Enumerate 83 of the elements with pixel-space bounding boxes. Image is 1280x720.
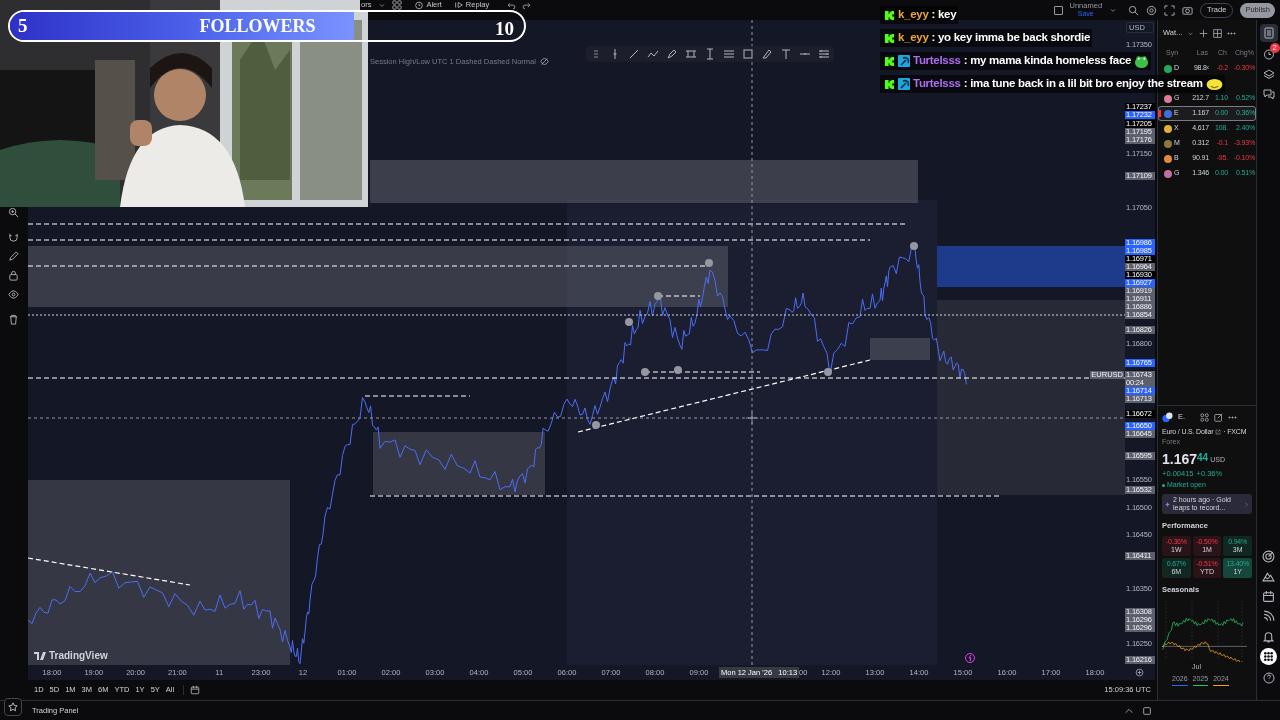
rectangle-icon[interactable] [742, 48, 754, 60]
bell-icon[interactable] [1262, 630, 1275, 643]
grid-icon[interactable] [1200, 412, 1210, 422]
tradingview-watermark: TradingView [49, 649, 108, 663]
chat-text: : key [931, 7, 957, 23]
price-zone [870, 338, 930, 360]
broadcast-icon[interactable] [1262, 610, 1275, 623]
pickaxe-badge-icon [898, 55, 910, 67]
text-tool-icon[interactable] [780, 48, 792, 60]
alarm-clock-icon[interactable] [1262, 48, 1275, 60]
sparkle-icon [1165, 501, 1170, 507]
currency-flag-icon [1162, 411, 1173, 423]
alarm-clock-icon[interactable] [414, 0, 425, 10]
external-link-icon[interactable] [1215, 428, 1222, 435]
ruler-icon[interactable] [704, 48, 716, 60]
pen-icon[interactable] [666, 48, 678, 60]
swing-point-marker [824, 368, 832, 376]
pickaxe-badge-icon [898, 78, 910, 90]
swing-point-marker [674, 366, 682, 374]
camera-icon[interactable] [1182, 4, 1194, 16]
badge-icon [884, 78, 895, 90]
plus-icon[interactable] [1199, 28, 1209, 38]
chat-text: : yo key imma be back shordie [931, 30, 1091, 46]
edit-icon[interactable] [1214, 412, 1224, 422]
zigzag-icon[interactable] [647, 48, 659, 60]
chat-username[interactable]: k_eyy [898, 6, 929, 24]
swing-point-marker [910, 242, 918, 250]
frog-emote-icon [1134, 53, 1150, 69]
swing-point-marker [641, 368, 649, 376]
price-tail: 44 [1197, 451, 1209, 463]
flag-marker [1158, 110, 1161, 117]
help-icon[interactable] [1262, 672, 1275, 684]
brush-icon[interactable] [761, 48, 773, 60]
range-icon[interactable] [685, 48, 697, 60]
logo-icon [34, 651, 46, 660]
grid-icon[interactable] [392, 0, 403, 10]
goal-target: 10 [495, 20, 514, 38]
calendar-icon[interactable] [190, 685, 201, 695]
lightning-icon[interactable] [965, 653, 975, 663]
settings-icon[interactable] [1135, 668, 1144, 677]
checkbox[interactable] [1053, 5, 1063, 15]
position-icon[interactable] [818, 48, 830, 60]
swing-point-marker [625, 318, 633, 326]
goal-label: FOLLOWERS [199, 14, 316, 38]
apps-grid-icon[interactable] [1260, 648, 1277, 665]
badge-icon [884, 9, 895, 21]
pencil-icon[interactable] [7, 251, 19, 262]
last-price: 1.167 [1162, 451, 1198, 466]
swing-point-marker [654, 292, 662, 300]
fullscreen-icon[interactable] [1164, 4, 1176, 16]
follower-count: 5 [18, 13, 28, 38]
layers-icon[interactable] [1262, 68, 1275, 80]
trash-icon[interactable] [7, 314, 19, 325]
calendar-icon[interactable] [1262, 590, 1275, 603]
badge-icon [884, 55, 895, 67]
mountain-icon[interactable] [1262, 570, 1275, 583]
chat-icon[interactable] [1262, 88, 1275, 100]
badge-icon [884, 32, 895, 44]
maximize-icon[interactable] [1142, 705, 1152, 716]
grid-icon[interactable] [1213, 28, 1223, 38]
swing-point-marker [705, 259, 713, 267]
chat-text: : my mama kinda homeless face [963, 53, 1132, 69]
replay-icon[interactable] [453, 0, 464, 10]
chat-username[interactable]: Turtelsss [913, 75, 961, 93]
chat-username[interactable]: k_eyy [898, 29, 929, 47]
redo-icon[interactable] [522, 0, 532, 10]
lines-icon[interactable] [723, 48, 735, 60]
watchlist-icon[interactable] [1262, 27, 1275, 39]
line-icon[interactable] [628, 48, 640, 60]
target-icon[interactable] [1262, 550, 1275, 563]
settings-icon[interactable] [1146, 4, 1158, 16]
lock-icon[interactable] [7, 270, 19, 281]
zoom-icon[interactable] [7, 207, 19, 218]
search-icon[interactable] [1128, 4, 1140, 16]
smiley-emote-icon [1205, 77, 1223, 91]
undo-icon[interactable] [507, 0, 517, 10]
star-icon [8, 701, 18, 712]
eye-off-icon[interactable] [539, 57, 549, 67]
eye-icon[interactable] [7, 289, 19, 300]
swing-point-marker [592, 421, 600, 429]
chat-text: : ima tune back in a lil bit bro enjoy the stream [963, 76, 1203, 92]
chat-username[interactable]: Turtelsss [913, 52, 961, 70]
magnet-icon[interactable] [7, 232, 19, 243]
